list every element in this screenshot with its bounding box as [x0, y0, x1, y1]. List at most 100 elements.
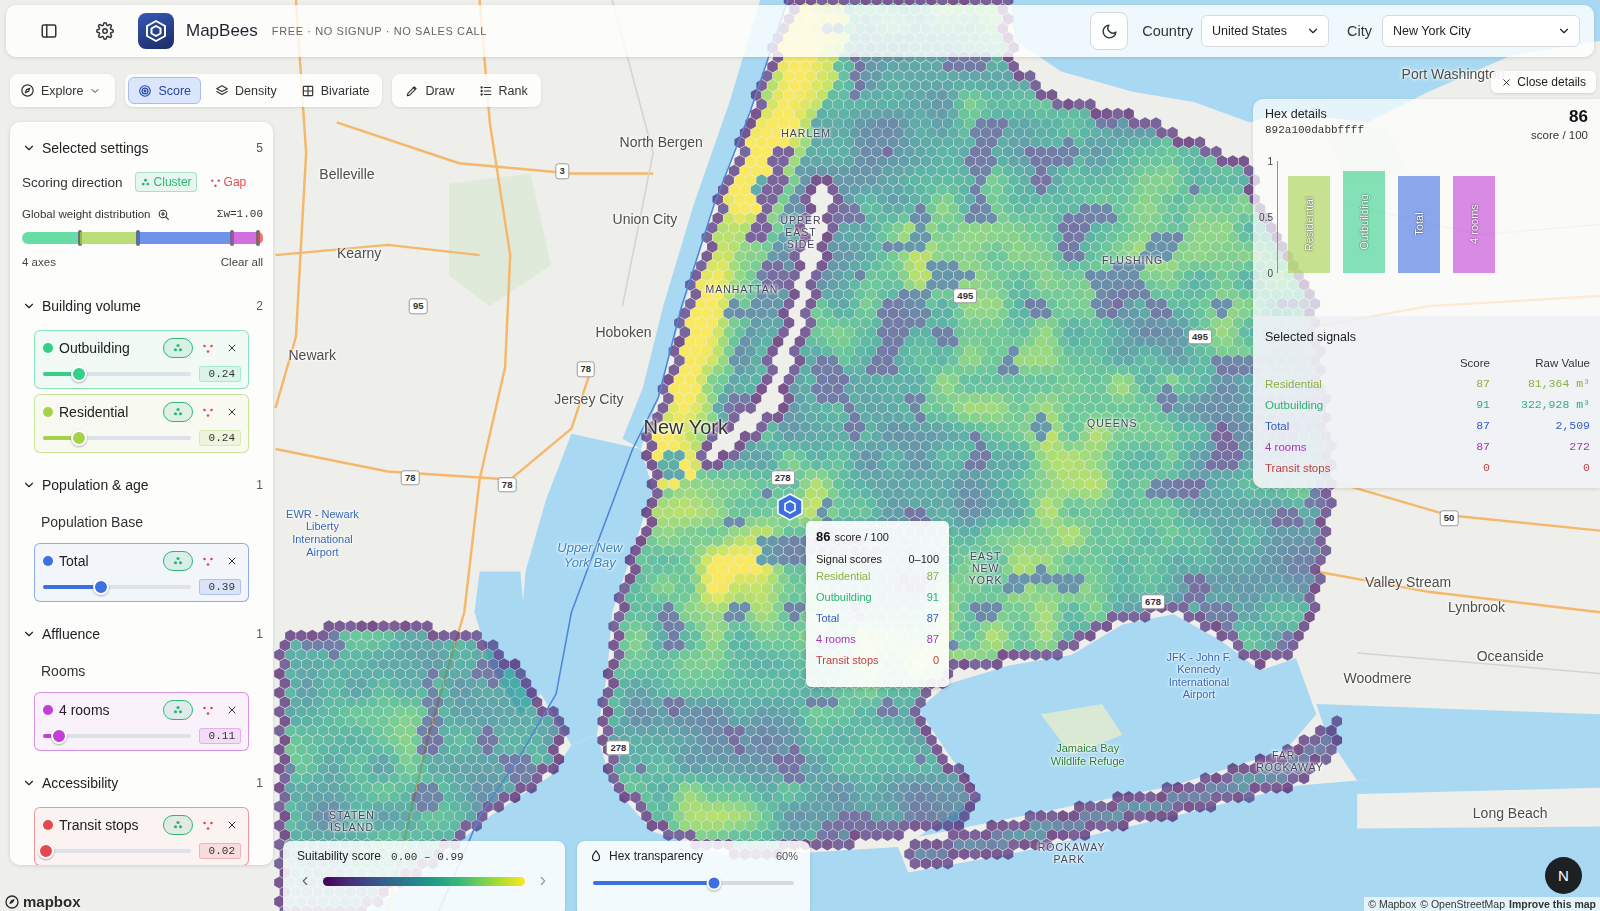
cluster-toggle[interactable]: [163, 551, 193, 571]
explore-dropdown[interactable]: Explore: [10, 74, 115, 107]
chevron-down-icon: [1557, 24, 1571, 38]
chevron-down-icon: [22, 478, 36, 492]
tooltip-row: Residential87: [816, 565, 939, 586]
transparency-header: Hex transparency60%: [589, 849, 798, 863]
gap-toggle[interactable]: [199, 552, 217, 570]
chart-bar: 4 rooms: [1453, 176, 1495, 273]
weight-distribution-bar[interactable]: [22, 232, 263, 244]
group-count: 1: [256, 478, 263, 492]
map-label: Lynbrook: [1448, 599, 1505, 615]
signal-name: Residential: [59, 404, 128, 420]
legend-next-button[interactable]: [535, 873, 551, 889]
map-label: HARLEM: [781, 127, 831, 139]
suitability-legend: Suitability score0.00 – 0.99: [283, 841, 565, 911]
direction-option[interactable]: Gap: [205, 172, 252, 192]
group-title: Affluence: [42, 626, 100, 642]
mode-label: Score: [158, 84, 191, 98]
remove-signal-button[interactable]: [223, 339, 241, 357]
remove-signal-button[interactable]: [223, 701, 241, 719]
user-avatar-button[interactable]: N: [1545, 857, 1582, 894]
y-axis-tick: 0: [1267, 268, 1273, 279]
weight-slider[interactable]: [43, 734, 191, 738]
scoring-direction-row: Scoring directionClusterGap: [22, 162, 263, 202]
close-icon: [226, 704, 238, 716]
weight-slider-knob[interactable]: [71, 430, 87, 446]
direction-option[interactable]: Cluster: [135, 172, 197, 192]
city-select[interactable]: New York City: [1382, 15, 1580, 47]
transparency-slider[interactable]: [593, 881, 794, 885]
map-label: Jersey City: [554, 391, 623, 407]
gap-toggle[interactable]: [199, 701, 217, 719]
map-label: Valley Stream: [1365, 574, 1451, 590]
group-header[interactable]: Population & age1: [22, 465, 263, 505]
cluster-icon: [140, 177, 151, 188]
dark-mode-button[interactable]: [1090, 12, 1128, 50]
mapbox-logo: mapbox: [4, 893, 81, 910]
cluster-toggle[interactable]: [163, 700, 193, 720]
weight-slider-knob[interactable]: [93, 579, 109, 595]
legend-range: 0.00 – 0.99: [391, 851, 464, 863]
settings-header[interactable]: Selected settings5: [22, 134, 263, 162]
signal-card: Transit stops0.02: [34, 807, 249, 865]
tooltip-signal-score: 0: [933, 654, 939, 666]
mode-tab[interactable]: Density: [205, 77, 287, 104]
chart-bar: Residential: [1288, 176, 1330, 273]
close-details-button[interactable]: Close details: [1491, 71, 1596, 93]
remove-signal-button[interactable]: [223, 552, 241, 570]
map-label: Jamaica Bay Wildlife Refuge: [1041, 742, 1135, 767]
hex-id: 892a100dabbffff: [1265, 124, 1364, 136]
weight-slider[interactable]: [43, 436, 191, 440]
tooltip-signal-score: 87: [927, 633, 939, 645]
attribution-link[interactable]: © OpenStreetMap: [1420, 898, 1505, 910]
gap-toggle[interactable]: [199, 339, 217, 357]
tooltip-range: 0–100: [908, 553, 939, 565]
weight-segment: [258, 232, 263, 244]
gap-toggle[interactable]: [199, 816, 217, 834]
highway-shield: 78: [498, 477, 517, 492]
selected-hex-icon[interactable]: [777, 493, 803, 521]
hexagon-logo-icon: [144, 19, 168, 43]
group-header[interactable]: Accessibility1: [22, 763, 263, 803]
map-label: ROCKAWAY PARK: [1038, 841, 1101, 865]
mode-tab[interactable]: Score: [128, 77, 201, 104]
clear-all-button[interactable]: Clear all: [221, 256, 263, 268]
axes-row: 4 axesClear all: [22, 250, 263, 274]
gap-icon: [202, 406, 214, 418]
settings-button[interactable]: [88, 14, 122, 48]
legend-prev-button[interactable]: [297, 873, 313, 889]
sidebar-toggle-button[interactable]: [32, 14, 66, 48]
weight-slider[interactable]: [43, 585, 191, 589]
signal-name: Outbuilding: [59, 340, 130, 356]
weight-slider-knob[interactable]: [51, 728, 67, 744]
weight-slider[interactable]: [43, 372, 191, 376]
attribution-link[interactable]: Improve this map: [1509, 898, 1596, 910]
cluster-toggle[interactable]: [163, 815, 193, 835]
weight-slider-knob[interactable]: [71, 366, 87, 382]
attribution-link[interactable]: © Mapbox: [1368, 898, 1416, 910]
tool-button[interactable]: Rank: [469, 77, 538, 104]
gear-icon: [96, 22, 114, 40]
group-header[interactable]: Building volume2: [22, 286, 263, 326]
country-select[interactable]: United States: [1201, 15, 1329, 47]
y-axis-tick: 0.5: [1259, 212, 1273, 223]
close-icon: [226, 342, 238, 354]
color-dot: [43, 343, 53, 353]
remove-signal-button[interactable]: [223, 403, 241, 421]
cluster-toggle[interactable]: [163, 338, 193, 358]
chevron-right-icon: [536, 874, 550, 888]
cluster-icon: [172, 406, 184, 418]
group-header[interactable]: Affluence1: [22, 614, 263, 654]
cluster-toggle[interactable]: [163, 402, 193, 422]
top-bar: MapBeesFREE · NO SIGNUP · NO SALES CALLC…: [6, 5, 1594, 57]
gap-toggle[interactable]: [199, 403, 217, 421]
tool-button[interactable]: Draw: [395, 77, 464, 104]
signal-row-name: Transit stops: [1265, 457, 1434, 478]
chart-bar: Total: [1398, 176, 1440, 273]
map-app: Port WashingtonNorth BergenUnion CityBel…: [0, 0, 1600, 911]
transparency-slider-knob[interactable]: [706, 876, 721, 891]
weight-slider-knob[interactable]: [38, 843, 54, 859]
mode-tab[interactable]: Bivariate: [291, 77, 380, 104]
remove-signal-button[interactable]: [223, 816, 241, 834]
weight-slider[interactable]: [43, 849, 191, 853]
list-icon: [479, 84, 493, 98]
